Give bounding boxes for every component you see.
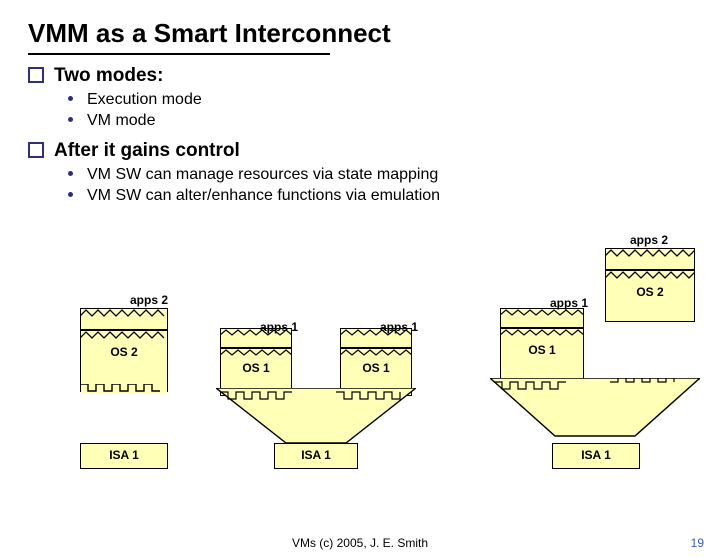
sub-emulation: VM SW can alter/enhance functions via em… (68, 187, 720, 205)
bullet-content: Two modes: Execution mode VM mode After … (28, 65, 720, 205)
apps2-label-left: apps 2 (130, 293, 168, 307)
footer-copyright: VMs (c) 2005, J. E. Smith (0, 536, 720, 550)
sub-exec-mode: Execution mode (68, 91, 720, 109)
zigzag-icon (220, 348, 292, 357)
bullet-text: Two modes: (54, 65, 163, 86)
dot-bullet-icon (68, 171, 73, 176)
square-bullet-icon (28, 67, 44, 83)
castle-teeth-icon (80, 384, 168, 394)
sub-text: VM SW can manage resources via state map… (87, 166, 438, 183)
zigzag-icon (605, 270, 695, 280)
dot-bullet-icon (68, 96, 73, 101)
sub-state-mapping: VM SW can manage resources via state map… (68, 166, 720, 184)
funnel-icon (490, 378, 700, 446)
bullet-after-control: After it gains control (28, 140, 720, 162)
sub-vm-mode: VM mode (68, 112, 720, 130)
isa1-box-center: ISA 1 (274, 443, 358, 469)
dot-bullet-icon (68, 192, 73, 197)
funnel-icon (216, 388, 416, 448)
sub-text: VM mode (87, 112, 155, 129)
zigzag-icon (340, 328, 412, 337)
apps2-label-right: apps 2 (630, 233, 668, 247)
title-underline (28, 53, 330, 55)
bullet-text: After it gains control (54, 140, 240, 161)
sub-text: Execution mode (87, 91, 202, 108)
zigzag-icon (80, 308, 168, 318)
zigzag-icon (340, 348, 412, 357)
isa1-box-right: ISA 1 (552, 443, 640, 469)
square-bullet-icon (28, 142, 44, 158)
zigzag-icon (500, 328, 584, 337)
zigzag-icon (220, 328, 292, 337)
page-title: VMM as a Smart Interconnect (28, 18, 720, 49)
sub-text: VM SW can alter/enhance functions via em… (87, 187, 440, 204)
bullet-two-modes: Two modes: (28, 65, 720, 87)
page-number: 19 (691, 536, 704, 550)
zigzag-icon (500, 308, 584, 317)
zigzag-icon (80, 330, 168, 340)
dot-bullet-icon (68, 117, 73, 122)
zigzag-icon (605, 248, 695, 258)
diagram: apps 2 OS 2 apps 2 OS 2 ISA 1 apps 1 OS … (30, 288, 700, 528)
isa1-box-left: ISA 1 (80, 443, 168, 469)
